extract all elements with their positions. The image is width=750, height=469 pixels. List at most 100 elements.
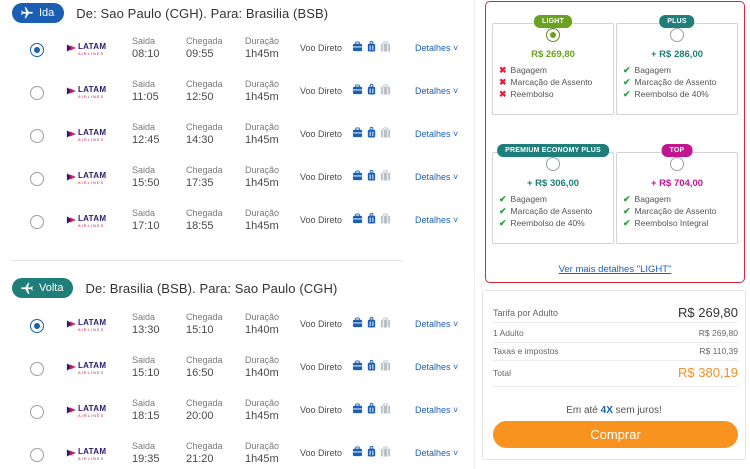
carry-on-bag-icon	[352, 446, 363, 457]
duration-value: 1h40m	[245, 324, 279, 336]
leg-pill-ida: Ida	[12, 3, 65, 23]
leg-title: De: Brasilia (BSB). Para: Sao Paulo (CGH…	[85, 280, 338, 296]
flight-row[interactable]: LATAM AIRLINES Saida 13:30 Chegada 15:10 Duraç…	[0, 311, 470, 354]
flight-row[interactable]: LATAM AIRLINES Saida 19:35 Chegada 21:20 Duraç…	[0, 440, 470, 469]
fare-card-light[interactable]: LIGHT R$ 269,80 ✖ Bagagem ✖ Marcação de Assen…	[492, 15, 614, 115]
direct-flight-label: Voo Direto	[300, 215, 343, 225]
duration-value: 1h45m	[245, 48, 279, 60]
carry-on-bag-icon	[352, 213, 363, 224]
fare-select-radio[interactable]	[546, 157, 560, 171]
checked-bag-icon	[367, 360, 376, 371]
direct-flight-label: Voo Direto	[300, 405, 343, 415]
large-bag-icon	[380, 127, 391, 138]
baggage-icons	[352, 446, 391, 457]
duration-label: Duração	[245, 398, 280, 408]
fare-feature: ✔ Reembolso Integral	[623, 217, 716, 229]
checked-bag-icon	[367, 213, 376, 224]
check-icon: ✔	[623, 206, 631, 216]
check-icon: ✔	[499, 194, 507, 204]
duration-label: Duração	[245, 441, 280, 451]
buy-button[interactable]: Comprar	[493, 421, 738, 448]
flight-select-radio[interactable]	[30, 215, 44, 229]
arrival-label: Chegada	[186, 312, 223, 322]
checked-bag-icon	[367, 170, 376, 181]
latam-logo-icon	[66, 130, 77, 138]
airline-name: LATAM	[78, 318, 107, 327]
departure-col: Saida 15:10	[132, 354, 160, 380]
details-link[interactable]: Detalhes ˅	[415, 215, 458, 225]
details-link[interactable]: Detalhes ˅	[415, 319, 458, 329]
airline-logo: LATAM AIRLINES	[66, 317, 108, 337]
departure-time: 17:10	[132, 220, 160, 232]
fare-tag: LIGHT	[534, 15, 572, 28]
fare-features: ✔ Bagagem ✔ Marcação de Assento ✔ Reembolso d…	[499, 193, 592, 229]
flight-row[interactable]: LATAM AIRLINES Saida 08:10 Chegada 09:55 Duraç…	[0, 35, 470, 78]
column-separator	[474, 0, 475, 469]
flight-select-radio[interactable]	[30, 362, 44, 376]
flight-select-radio[interactable]	[30, 405, 44, 419]
large-bag-icon	[380, 170, 391, 181]
fare-select-radio[interactable]	[670, 28, 684, 42]
fare-feature: ✔ Bagagem	[499, 193, 592, 205]
fare-card-top[interactable]: TOP + R$ 704,00 ✔ Bagagem ✔ Marcação de Assen…	[616, 144, 738, 244]
details-link[interactable]: Detalhes ˅	[415, 448, 458, 458]
carry-on-bag-icon	[352, 127, 363, 138]
flight-row[interactable]: LATAM AIRLINES Saida 11:05 Chegada 12:50 Duraç…	[0, 78, 470, 121]
fare-feature: ✔ Bagagem	[623, 193, 716, 205]
fare-select-radio[interactable]	[546, 28, 560, 42]
flight-row[interactable]: LATAM AIRLINES Saida 17:10 Chegada 18:55 Duraç…	[0, 207, 470, 250]
fare-feature-text: Bagagem	[510, 194, 547, 204]
more-details-link[interactable]: Ver mais detalhes "LIGHT"	[486, 264, 744, 275]
fare-feature-text: Marcação de Assento	[510, 77, 593, 87]
flight-select-radio[interactable]	[30, 448, 44, 462]
flight-row[interactable]: LATAM AIRLINES Saida 15:10 Chegada 16:50 Duraç…	[0, 354, 470, 397]
fare-features: ✔ Bagagem ✔ Marcação de Assento ✔ Reembolso I…	[623, 193, 716, 229]
carry-on-bag-icon	[352, 403, 363, 414]
flight-row[interactable]: LATAM AIRLINES Saida 15:50 Chegada 17:35 Duraç…	[0, 164, 470, 207]
flight-select-radio[interactable]	[30, 129, 44, 143]
plane-left-icon	[21, 282, 33, 294]
flight-select-radio[interactable]	[30, 43, 44, 57]
flight-select-radio[interactable]	[30, 86, 44, 100]
departure-label: Saida	[132, 208, 156, 218]
direct-flight-label: Voo Direto	[300, 448, 343, 458]
fare-per-adult-label: Tarifa por Adulto	[493, 307, 559, 318]
details-link[interactable]: Detalhes ˅	[415, 129, 458, 139]
departure-label: Saida	[132, 122, 156, 132]
fare-card-premium-economy-plus[interactable]: PREMIUM ECONOMY PLUS + R$ 306,00 ✔ Bagagem ✔…	[492, 144, 614, 244]
duration-label: Duração	[245, 355, 280, 365]
large-bag-icon	[380, 360, 391, 371]
flight-row[interactable]: LATAM AIRLINES Saida 12:45 Chegada 14:30 Duraç…	[0, 121, 470, 164]
details-link[interactable]: Detalhes ˅	[415, 86, 458, 96]
fare-feature: ✔ Reembolso de 40%	[623, 88, 716, 100]
arrival-col: Chegada 15:10	[186, 311, 223, 337]
departure-col: Saida 12:45	[132, 121, 160, 147]
duration-label: Duração	[245, 36, 280, 46]
fare-select-radio[interactable]	[670, 157, 684, 171]
details-link[interactable]: Detalhes ˅	[415, 43, 458, 53]
details-link[interactable]: Detalhes ˅	[415, 172, 458, 182]
details-link[interactable]: Detalhes ˅	[415, 362, 458, 372]
total-label: Total	[493, 367, 511, 378]
departure-time: 08:10	[132, 48, 160, 60]
details-link[interactable]: Detalhes ˅	[415, 405, 458, 415]
arrival-time: 20:00	[186, 410, 214, 422]
fare-feature: ✔ Marcação de Assento	[623, 205, 716, 217]
airline-logo: LATAM AIRLINES	[66, 213, 108, 233]
baggage-icons	[352, 213, 391, 224]
arrival-label: Chegada	[186, 165, 223, 175]
flight-row[interactable]: LATAM AIRLINES Saida 18:15 Chegada 20:00 Duraç…	[0, 397, 470, 440]
leg-label: Ida	[39, 7, 55, 19]
airline-name: LATAM	[78, 361, 107, 370]
fare-card-plus[interactable]: PLUS + R$ 286,00 ✔ Bagagem ✔ Marcação de Asse…	[616, 15, 738, 115]
airline-subtitle: AIRLINES	[78, 137, 105, 142]
flight-select-radio[interactable]	[30, 172, 44, 186]
duration-value: 1h45m	[245, 177, 279, 189]
duration-label: Duração	[245, 79, 280, 89]
carry-on-bag-icon	[352, 317, 363, 328]
departure-col: Saida 13:30	[132, 311, 160, 337]
summary-divider	[493, 342, 738, 343]
duration-value: 1h45m	[245, 453, 279, 465]
fare-tag: TOP	[661, 144, 693, 157]
flight-select-radio[interactable]	[30, 319, 44, 333]
